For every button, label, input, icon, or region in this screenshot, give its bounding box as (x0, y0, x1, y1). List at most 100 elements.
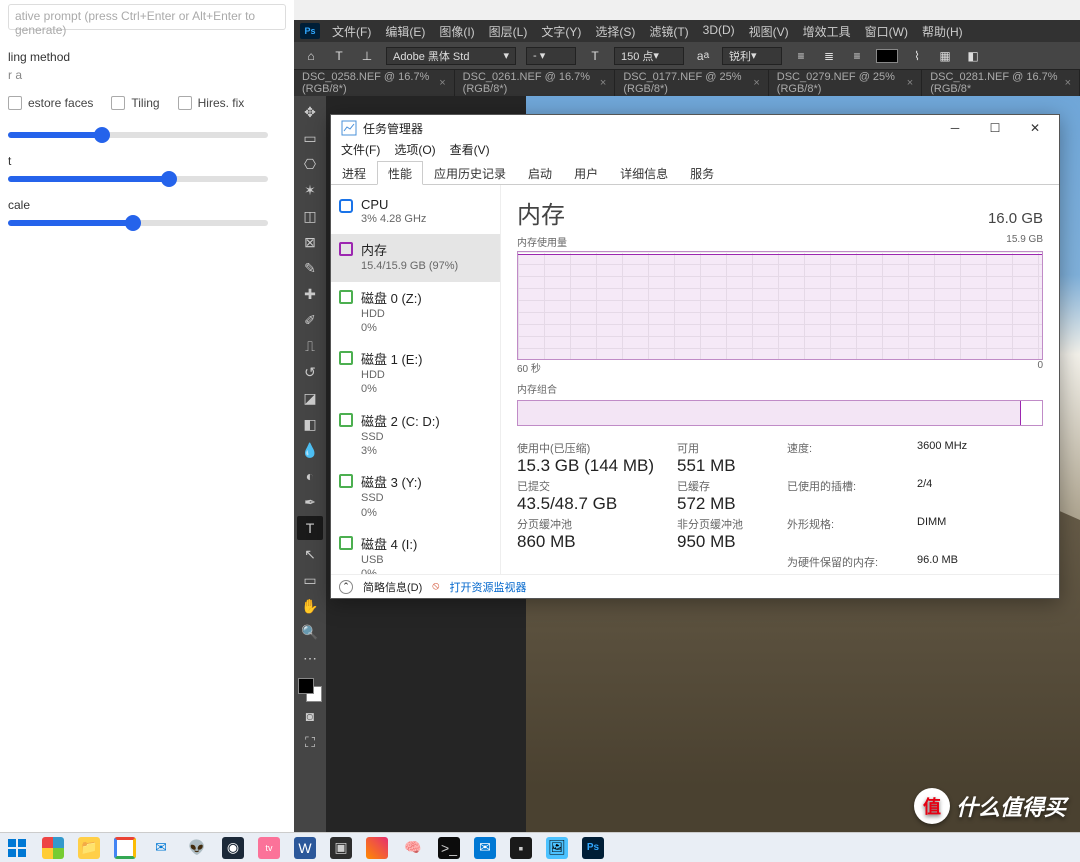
tm-tab[interactable]: 服务 (679, 161, 725, 184)
maximize-button[interactable]: ☐ (975, 115, 1015, 141)
photos-icon[interactable]: 🖼 (546, 837, 568, 859)
height-slider[interactable] (8, 176, 268, 182)
tm-tab[interactable]: 启动 (517, 161, 563, 184)
sidebar-item-disk[interactable]: 磁盘 4 (I:)USB0% (331, 528, 500, 574)
brain-icon[interactable]: 🧠 (402, 837, 424, 859)
cmd-icon[interactable]: ▪ (510, 837, 532, 859)
performance-sidebar[interactable]: CPU3% 4.28 GHz 内存15.4/15.9 GB (97%) 磁盘 0… (331, 185, 501, 574)
marquee-tool-icon[interactable]: ▭ (297, 126, 323, 150)
tm-menu-item[interactable]: 选项(O) (394, 141, 435, 161)
ps-menu-item[interactable]: 滤镜(T) (649, 23, 688, 40)
tm-tab[interactable]: 进程 (331, 161, 377, 184)
photoshop-taskbar-icon[interactable]: Ps (582, 837, 604, 859)
sidebar-item-disk[interactable]: 磁盘 0 (Z:)HDD0% (331, 282, 500, 344)
document-tab[interactable]: DSC_0261.NEF @ 16.7%(RGB/8*)× (455, 70, 616, 96)
ps-menu-item[interactable]: 编辑(E) (385, 23, 425, 40)
memory-usage-graph[interactable] (517, 251, 1043, 360)
ps-menu-item[interactable]: 帮助(H) (922, 23, 963, 40)
zoom-tool-icon[interactable]: 🔍 (297, 620, 323, 644)
healing-tool-icon[interactable]: ✚ (297, 282, 323, 306)
tm-tab[interactable]: 详细信息 (609, 161, 679, 184)
word-icon[interactable]: W (294, 837, 316, 859)
tm-tab[interactable]: 用户 (563, 161, 609, 184)
screen-mode-icon[interactable]: ⛶ (297, 730, 323, 754)
document-tab[interactable]: DSC_0281.NEF @ 16.7%(RGB/8*× (922, 70, 1080, 96)
ps-menu-item[interactable]: 图层(L) (489, 23, 528, 40)
terminal2-icon[interactable]: >_ (438, 837, 460, 859)
font-family-select[interactable]: Adobe 黑体 Std ▾ (386, 47, 516, 65)
ps-menu-item[interactable]: 图像(I) (439, 23, 474, 40)
ps-menu-item[interactable]: 增效工具 (803, 23, 851, 40)
app-icon[interactable] (366, 837, 388, 859)
antialias-select[interactable]: 锐利 ▾ (722, 47, 782, 65)
quick-mask-icon[interactable]: ◙ (297, 704, 323, 728)
stamp-tool-icon[interactable]: ⎍ (297, 334, 323, 358)
close-tab-icon[interactable]: × (907, 77, 913, 89)
color-swatch[interactable] (298, 678, 322, 702)
sidebar-item-disk[interactable]: 磁盘 1 (E:)HDD0% (331, 343, 500, 405)
minimize-button[interactable]: ─ (935, 115, 975, 141)
close-button[interactable]: ✕ (1015, 115, 1055, 141)
chrome-icon[interactable] (114, 837, 136, 859)
home-icon[interactable]: ⌂ (302, 47, 320, 65)
character-panel-icon[interactable]: ▦ (936, 47, 954, 65)
close-tab-icon[interactable]: × (1065, 77, 1071, 89)
restore-faces-checkbox[interactable]: estore faces (8, 96, 93, 110)
sidebar-item-mem[interactable]: 内存15.4/15.9 GB (97%) (331, 234, 500, 281)
hand-tool-icon[interactable]: ✋ (297, 594, 323, 618)
align-right-icon[interactable]: ≡ (848, 47, 866, 65)
pen-tool-icon[interactable]: ✒ (297, 490, 323, 514)
mail-icon[interactable]: ✉ (150, 837, 172, 859)
shape-tool-icon[interactable]: ▭ (297, 568, 323, 592)
font-style-select[interactable]: - ▾ (526, 47, 576, 65)
hires-fix-checkbox[interactable]: Hires. fix (178, 96, 245, 110)
task-manager-tabs[interactable]: 进程性能应用历史记录启动用户详细信息服务 (331, 161, 1059, 185)
titlebar[interactable]: 任务管理器 ─ ☐ ✕ (331, 115, 1059, 141)
photoshop-options-bar[interactable]: ⌂ T ⊥ Adobe 黑体 Std ▾ - ▾ T 150 点 ▾ aa 锐利… (294, 42, 1080, 70)
windows-taskbar[interactable]: 📁 ✉ 👽 ◉ tv W ▣ 🧠 >_ ✉ ▪ 🖼 Ps (0, 832, 1080, 862)
tm-tab[interactable]: 应用历史记录 (423, 161, 517, 184)
tm-menu-item[interactable]: 查看(V) (450, 141, 490, 161)
resource-monitor-link[interactable]: 打开资源监视器 (449, 579, 526, 595)
font-size-select[interactable]: 150 点 ▾ (614, 47, 684, 65)
width-slider[interactable] (8, 132, 268, 138)
type-tool-icon[interactable]: T (297, 516, 323, 540)
gradient-tool-icon[interactable]: ◧ (297, 412, 323, 436)
tm-tab[interactable]: 性能 (377, 161, 423, 185)
ps-menu-item[interactable]: 文件(F) (332, 23, 371, 40)
lasso-tool-icon[interactable]: ⎔ (297, 152, 323, 176)
text-color-swatch[interactable] (876, 49, 898, 63)
document-tabs[interactable]: DSC_0258.NEF @ 16.7%(RGB/8*)×DSC_0261.NE… (294, 70, 1080, 96)
orientation-icon[interactable]: ⊥ (358, 47, 376, 65)
outlook-icon[interactable]: ✉ (474, 837, 496, 859)
close-tab-icon[interactable]: × (439, 77, 445, 89)
document-tab[interactable]: DSC_0279.NEF @ 25%(RGB/8*)× (769, 70, 922, 96)
alienware-icon[interactable]: 👽 (186, 837, 208, 859)
align-left-icon[interactable]: ≡ (792, 47, 810, 65)
document-tab[interactable]: DSC_0177.NEF @ 25%(RGB/8*)× (615, 70, 768, 96)
brief-info-link[interactable]: 简略信息(D) (363, 579, 422, 595)
eraser-tool-icon[interactable]: ◪ (297, 386, 323, 410)
move-tool-icon[interactable]: ✥ (297, 100, 323, 124)
ps-menu-item[interactable]: 3D(D) (703, 23, 735, 40)
ps-menu-item[interactable]: 文字(Y) (541, 23, 581, 40)
close-tab-icon[interactable]: × (753, 77, 759, 89)
brush-tool-icon[interactable]: ✐ (297, 308, 323, 332)
align-center-icon[interactable]: ≣ (820, 47, 838, 65)
steam-icon[interactable]: ◉ (222, 837, 244, 859)
quick-select-tool-icon[interactable]: ✶ (297, 178, 323, 202)
start-button[interactable] (6, 837, 28, 859)
tiling-checkbox[interactable]: Tiling (111, 96, 159, 110)
edit-toolbar-icon[interactable]: ⋯ (297, 646, 323, 670)
ps-menu-item[interactable]: 选择(S) (595, 23, 635, 40)
frame-tool-icon[interactable]: ⊠ (297, 230, 323, 254)
file-explorer-icon[interactable]: 📁 (78, 837, 100, 859)
sidebar-item-disk[interactable]: 磁盘 3 (Y:)SSD0% (331, 466, 500, 528)
memory-composition-bar[interactable] (517, 400, 1043, 427)
bilibili-icon[interactable]: tv (258, 837, 280, 859)
cfg-scale-slider[interactable] (8, 220, 268, 226)
close-tab-icon[interactable]: × (600, 77, 606, 89)
tm-menu-item[interactable]: 文件(F) (341, 141, 380, 161)
crop-tool-icon[interactable]: ◫ (297, 204, 323, 228)
sidebar-item-disk[interactable]: 磁盘 2 (C: D:)SSD3% (331, 405, 500, 467)
